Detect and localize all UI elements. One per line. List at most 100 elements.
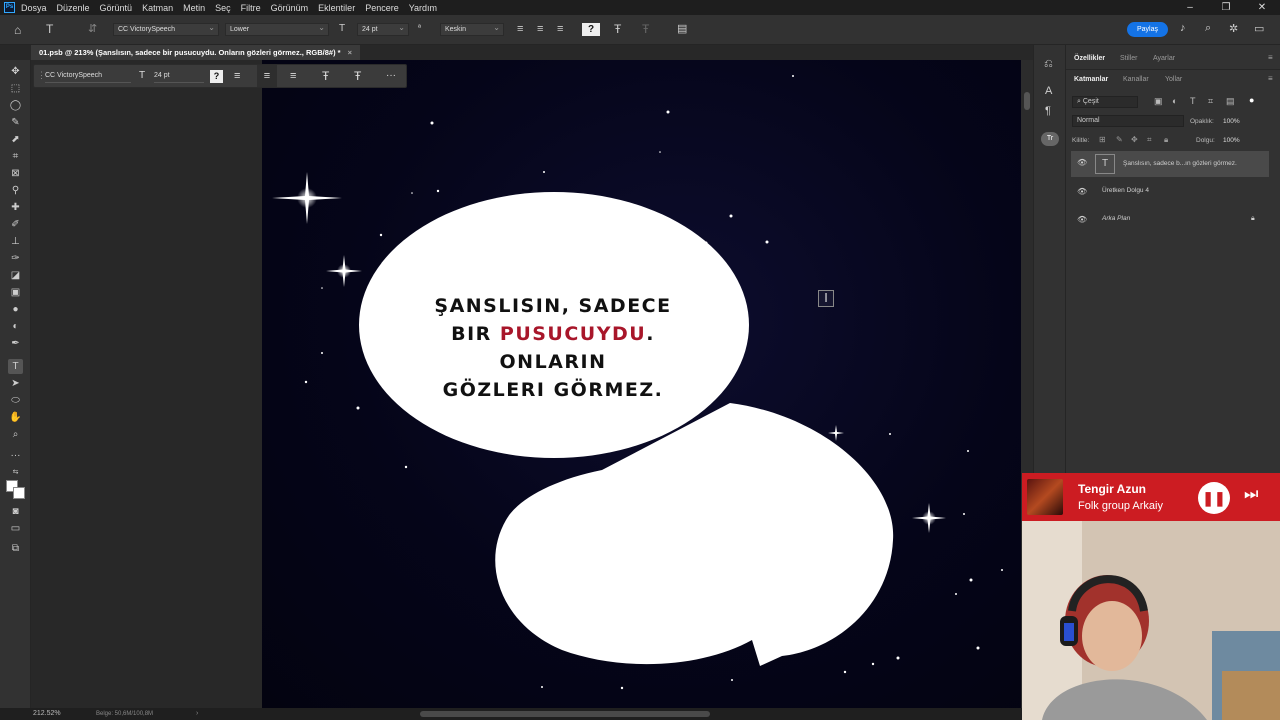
hand-tool-icon[interactable]: ✋ [8,410,23,425]
font-style-select[interactable]: Lower [225,22,329,36]
ctx-text-more-icon[interactable]: Ŧ [354,69,361,83]
fill-input[interactable]: 100% [1223,137,1240,144]
quick-select-tool-icon[interactable]: ✎ [8,115,23,130]
history-brush-tool-icon[interactable]: ✑ [8,251,23,266]
eraser-tool-icon[interactable]: ◪ [8,268,23,283]
ctx-align-left-icon[interactable]: ≡ [234,70,240,82]
menu-filter[interactable]: Filtre [241,3,261,13]
background-color-swatch[interactable] [13,487,25,499]
lock-position-icon[interactable]: ✥ [1131,135,1138,144]
tab-properties[interactable]: Özellikler [1074,55,1105,62]
object-select-tool-icon[interactable]: ⬈ [8,132,23,147]
frame-tool-icon[interactable]: ⊠ [8,166,23,181]
workspace-icon[interactable]: ▭ [1254,22,1264,35]
home-icon[interactable]: ⌂ [14,23,21,37]
ctx-text-warp-icon[interactable]: Ŧ [322,69,329,83]
lock-artboard-icon[interactable]: ⌗ [1147,135,1152,145]
vertical-scroll-thumb[interactable] [1024,92,1030,110]
text-orientation-icon[interactable]: ⇵ [88,22,97,35]
character-panel-icon[interactable]: A [1045,85,1052,97]
share-button[interactable]: Paylaş [1127,22,1168,37]
menu-help[interactable]: Yardım [409,3,437,13]
close-tab-icon[interactable]: × [348,48,352,57]
more-tools-icon[interactable]: ··· [8,448,23,463]
layer-name[interactable]: Üretken Dolgu 4 [1102,187,1149,194]
canvas-area[interactable]: ŞANSLISIN, SADECE BIR PUSUCUYDU. ONLARIN… [31,60,1021,708]
history-panel-icon[interactable]: ⎌ [1044,58,1053,71]
healing-tool-icon[interactable]: ✚ [8,200,23,215]
menu-type[interactable]: Metin [183,3,205,13]
zoom-tool-icon[interactable]: ⌕ [8,427,23,442]
text-color-icon[interactable]: ? [582,23,600,36]
default-colors-icon[interactable]: ⇆ [8,465,23,480]
layer-row-background[interactable]: 👁︎ Arka Plan 🔒︎ [1071,206,1269,232]
lock-all-icon[interactable]: 🔒︎ [1164,135,1168,145]
discover-icon[interactable]: ✲ [1229,22,1238,35]
gradient-tool-icon[interactable]: ▣ [8,285,23,300]
menu-view[interactable]: Görünüm [271,3,309,13]
layer-filter-select[interactable]: ⌕ Çeşit [1072,96,1138,108]
tab-channels[interactable]: Kanallar [1123,76,1149,83]
blur-tool-icon[interactable]: ● [8,302,23,317]
screen-mode-icon[interactable]: ▭ [8,521,23,536]
ctx-align-right-icon[interactable]: ≡ [290,70,296,82]
font-family-select[interactable]: CC VictorySpeech [113,22,219,36]
marquee-tool-icon[interactable]: ⬚ [8,81,23,96]
filter-adjustment-icon[interactable]: ◐ [1172,96,1177,106]
move-tool-icon[interactable]: ✥ [8,64,23,79]
ctx-font-size-select[interactable]: 24 pt [154,70,204,83]
tab-paths[interactable]: Yollar [1165,76,1182,83]
panel-menu-icon[interactable]: ≡ [1268,53,1273,62]
layer-visibility-icon[interactable]: 👁︎ [1077,187,1087,196]
path-select-tool-icon[interactable]: ➤ [8,376,23,391]
shape-tool-icon[interactable]: ⬭ [8,393,23,408]
opacity-input[interactable]: 100% [1223,118,1240,125]
status-expand-icon[interactable]: › [196,708,198,720]
dodge-tool-icon[interactable]: ◐ [8,319,23,334]
font-size-select[interactable]: 24 pt [357,22,409,36]
search-icon[interactable]: ⌕ [1205,22,1211,35]
menu-image[interactable]: Görüntü [100,3,133,13]
character-panel-icon[interactable]: ▤ [677,22,687,35]
align-center-icon[interactable]: ≡ [537,23,543,35]
minimize-icon[interactable]: – [1172,0,1208,15]
layer-name[interactable]: Arka Plan [1102,215,1130,222]
paragraph-panel-icon[interactable]: ¶ [1045,105,1051,117]
ctx-text-color-icon[interactable]: ? [210,70,223,83]
tab-adjustments[interactable]: Ayarlar [1153,55,1175,62]
menu-select[interactable]: Seç [215,3,231,13]
filter-type-icon[interactable]: T [1190,96,1196,106]
antialias-select[interactable]: Keskin [440,22,504,36]
align-right-icon[interactable]: ≡ [557,23,563,35]
pen-tool-icon[interactable]: ✒ [8,336,23,351]
pause-icon[interactable]: ❚❚ [1198,482,1230,514]
notifications-icon[interactable]: ♪ [1180,22,1186,34]
layer-visibility-icon[interactable]: 👁︎ [1077,215,1087,224]
quick-mask-icon[interactable]: ◙ [8,504,23,519]
menu-file[interactable]: Dosya [21,3,47,13]
menu-window[interactable]: Pencere [365,3,399,13]
tab-layers[interactable]: Katmanlar [1074,76,1108,83]
warp-text-icon[interactable]: Ŧ [614,22,621,36]
tab-styles[interactable]: Stiller [1120,55,1138,62]
speech-text-block[interactable]: ŞANSLISIN, SADECE BIR PUSUCUYDU. ONLARIN… [402,292,704,404]
crop-tool-icon[interactable]: ⌗ [8,149,23,164]
eyedropper-tool-icon[interactable]: ⚲ [8,183,23,198]
stamp-tool-icon[interactable]: ⊥ [8,234,23,249]
lock-transparent-icon[interactable]: ⊞ [1099,135,1106,144]
ctx-more-options-icon[interactable]: ··· [386,70,396,81]
document-tab[interactable]: 01.psb @ 213% (Şanslısın, sadece bir pus… [31,45,361,60]
type-tool-icon[interactable]: T [8,359,23,374]
ctx-align-center-icon[interactable]: ≡ [257,65,277,87]
zoom-level[interactable]: 212.52% [33,708,61,720]
layer-visibility-icon[interactable]: 👁︎ [1077,158,1087,167]
align-left-icon[interactable]: ≡ [517,23,523,35]
layers-menu-icon[interactable]: ≡ [1268,74,1273,83]
restore-icon[interactable]: ❐ [1208,0,1244,15]
ctx-font-family-select[interactable]: CC VictorySpeech [45,70,131,83]
menu-layer[interactable]: Katman [142,3,173,13]
horizontal-scroll-thumb[interactable] [420,711,710,717]
lasso-tool-icon[interactable]: ◯ [8,98,23,113]
next-track-icon[interactable]: ⏭︎ [1244,486,1258,504]
filter-pixel-icon[interactable]: ▣ [1154,96,1163,107]
